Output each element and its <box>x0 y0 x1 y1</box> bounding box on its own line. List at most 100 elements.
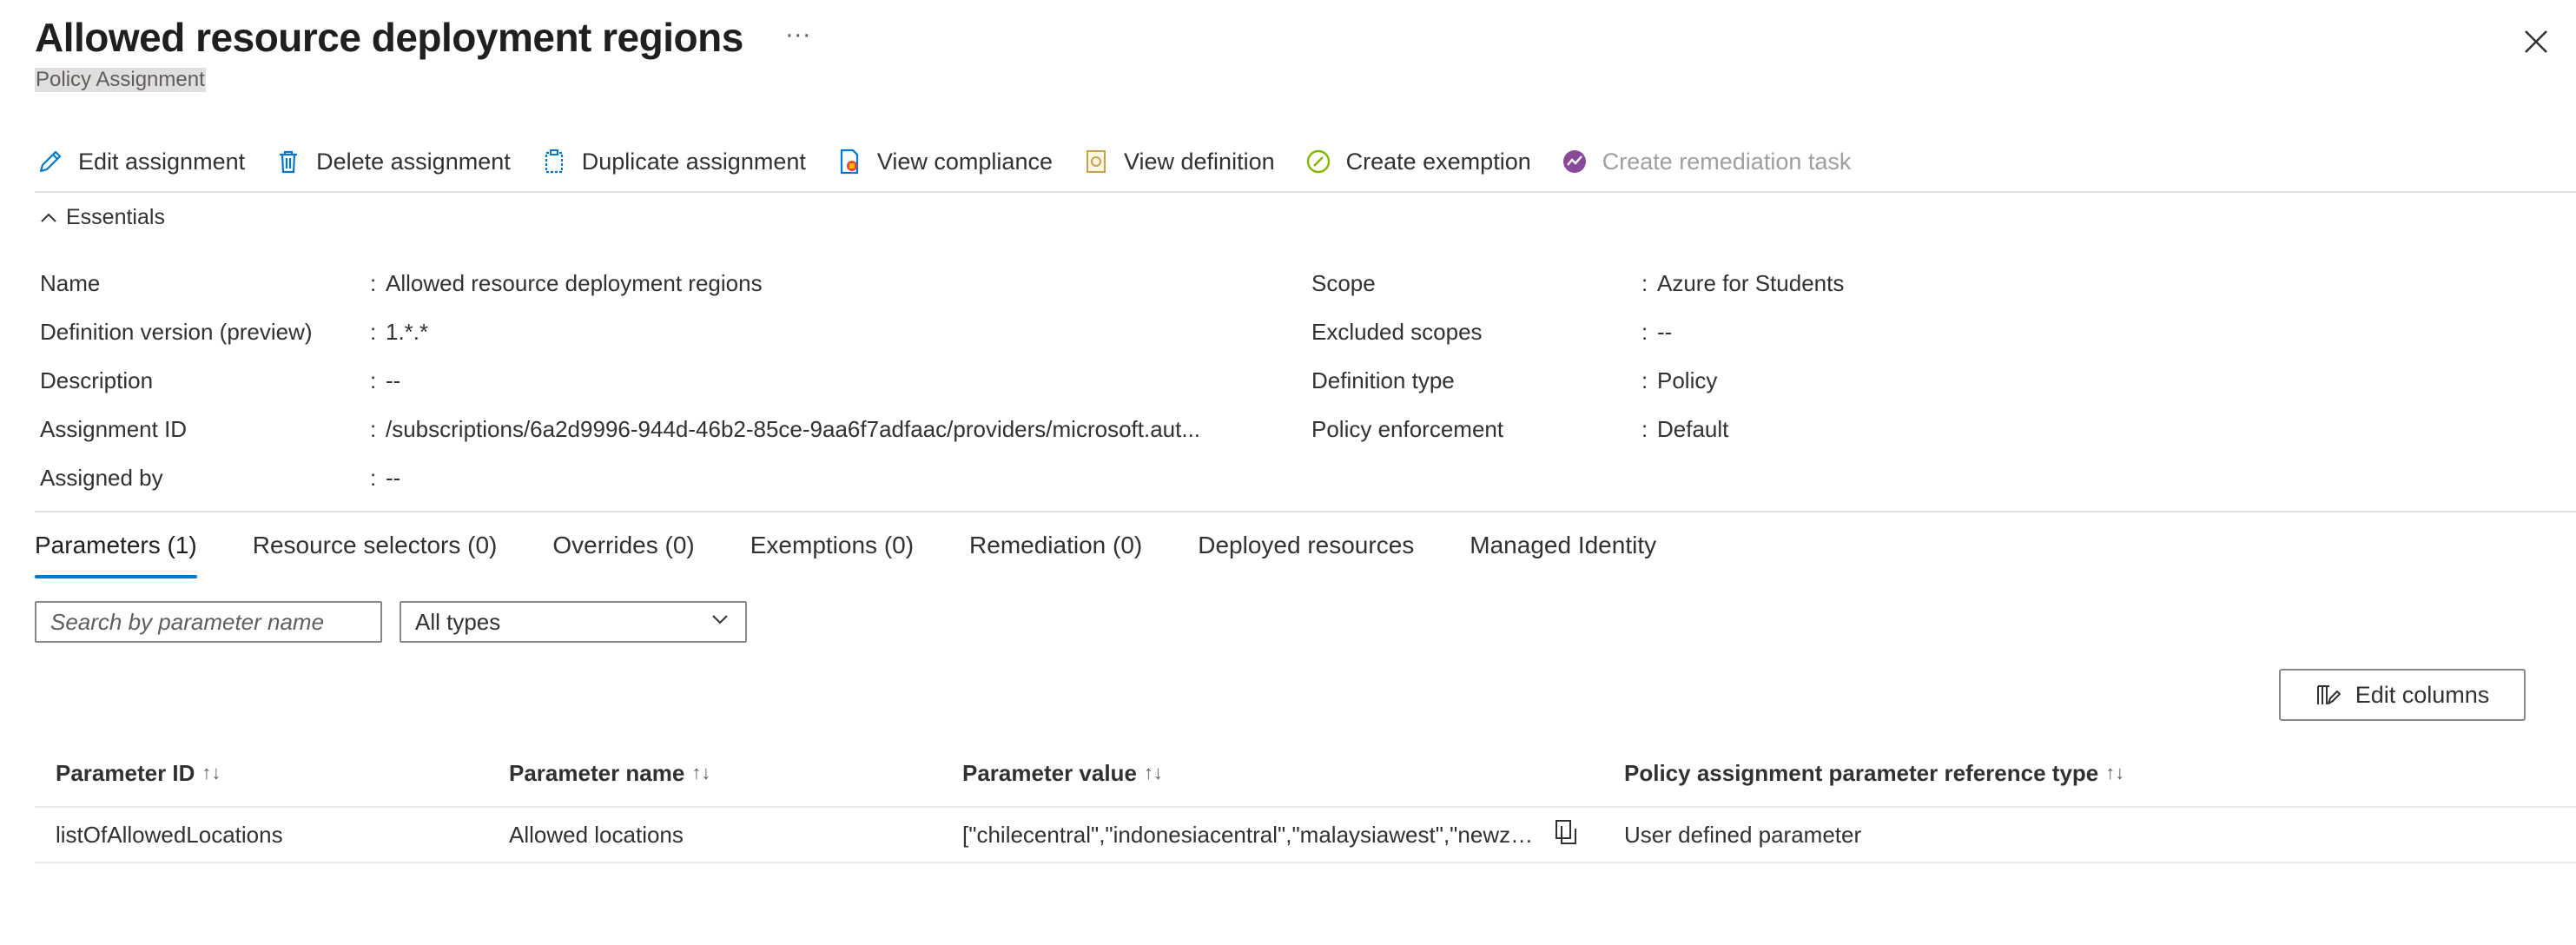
essentials-toggle[interactable]: Essentials <box>38 205 165 230</box>
essentials-row-definition-type: Definition type : Policy <box>1311 356 2527 405</box>
close-icon[interactable] <box>2520 26 2552 57</box>
table-header: Parameter ID ↑↓ Parameter name ↑↓ Parame… <box>35 740 2576 808</box>
parameters-table: Parameter ID ↑↓ Parameter name ↑↓ Parame… <box>35 740 2576 863</box>
view-compliance-label: View compliance <box>876 148 1053 175</box>
colon: : <box>1641 367 1648 393</box>
duplicate-icon <box>538 146 570 177</box>
essentials-label-name: Name <box>40 269 101 296</box>
essentials-value-scope: Azure for Students <box>1657 269 1845 296</box>
essentials-label-assignment-id: Assignment ID <box>40 415 188 442</box>
column-header-parameter-value[interactable]: Parameter value ↑↓ <box>941 760 1603 787</box>
essentials-value-definition-type: Policy <box>1657 367 1718 393</box>
colon: : <box>370 415 377 442</box>
tab-bar: Parameters (1) Resource selectors (0) Ov… <box>35 525 1712 578</box>
sort-icon: ↑↓ <box>691 762 711 783</box>
chevron-up-icon <box>38 208 59 228</box>
essentials-row-assigned-by: Assigned by : -- <box>40 453 1256 502</box>
essentials-label-definition-type: Definition type <box>1311 367 1455 393</box>
edit-columns-button[interactable]: Edit columns <box>2279 669 2526 721</box>
column-header-label: Parameter ID <box>56 759 195 786</box>
colon: : <box>370 464 377 491</box>
duplicate-assignment-button[interactable]: Duplicate assignment <box>538 146 806 177</box>
tab-managed-identity[interactable]: Managed Identity <box>1470 525 1656 578</box>
pencil-icon <box>35 146 66 177</box>
colon: : <box>1641 415 1648 442</box>
sort-icon: ↑↓ <box>1143 762 1163 783</box>
cell-parameter-id: listOfAllowedLocations <box>56 821 283 848</box>
essentials-label-scope: Scope <box>1311 269 1376 296</box>
essentials-label-description: Description <box>40 367 154 393</box>
policy-assignment-page: Allowed resource deployment regions ··· … <box>0 0 2576 945</box>
view-compliance-button[interactable]: View compliance <box>834 146 1053 177</box>
column-header-reference-type[interactable]: Policy assignment parameter reference ty… <box>1603 760 2576 787</box>
essentials-row-policy-enforcement: Policy enforcement : Default <box>1311 405 2527 453</box>
create-exemption-label: Create exemption <box>1345 148 1531 175</box>
duplicate-assignment-label: Duplicate assignment <box>581 148 806 175</box>
column-header-parameter-name[interactable]: Parameter name ↑↓ <box>488 760 941 787</box>
view-definition-label: View definition <box>1123 148 1275 175</box>
table-row[interactable]: listOfAllowedLocations Allowed locations… <box>35 808 2576 863</box>
colon: : <box>1641 318 1648 345</box>
cell-reference-type: User defined parameter <box>1624 821 1862 848</box>
tab-parameters[interactable]: Parameters (1) <box>35 525 197 578</box>
compliance-report-icon <box>834 146 865 177</box>
tab-deployed-resources[interactable]: Deployed resources <box>1198 525 1414 578</box>
essentials-left-column: Name : Allowed resource deployment regio… <box>40 259 1256 502</box>
essentials-right-column: Scope : Azure for Students Excluded scop… <box>1311 259 2527 453</box>
edit-assignment-button[interactable]: Edit assignment <box>35 146 245 177</box>
cell-parameter-name: Allowed locations <box>509 821 684 848</box>
parameter-value-text: ["chilecentral","indonesiacentral","mala… <box>962 821 1544 848</box>
essentials-value-definition-version: 1.*.* <box>386 318 429 345</box>
essentials-label-assigned-by: Assigned by <box>40 464 163 491</box>
essentials-value-policy-enforcement: Default <box>1657 415 1729 442</box>
essentials-value-name: Allowed resource deployment regions <box>386 269 763 296</box>
essentials-label-excluded-scopes: Excluded scopes <box>1311 318 1483 345</box>
cell-parameter-value: ["chilecentral","indonesiacentral","mala… <box>941 818 1603 852</box>
colon: : <box>1641 269 1648 296</box>
create-remediation-task-label: Create remediation task <box>1602 148 1852 175</box>
more-options-icon[interactable]: ··· <box>785 22 811 48</box>
toolbar-divider <box>35 191 2576 193</box>
type-filter-dropdown[interactable]: All types <box>400 601 747 643</box>
essentials-value-assigned-by: -- <box>386 464 401 491</box>
sort-icon: ↑↓ <box>201 762 221 783</box>
essentials-value-assignment-id: /subscriptions/6a2d9996-944d-46b2-85ce-9… <box>386 415 1201 442</box>
edit-columns-label: Edit columns <box>2355 681 2490 708</box>
page-title: Allowed resource deployment regions <box>35 15 743 60</box>
colon: : <box>370 367 377 393</box>
create-exemption-button[interactable]: Create exemption <box>1303 146 1531 177</box>
definition-document-icon <box>1080 146 1112 177</box>
page-subtitle: Policy Assignment <box>35 68 206 92</box>
copy-icon[interactable] <box>1553 818 1579 852</box>
delete-assignment-label: Delete assignment <box>316 148 511 175</box>
search-parameter-input[interactable] <box>35 601 382 643</box>
tab-resource-selectors[interactable]: Resource selectors (0) <box>253 525 498 578</box>
edit-columns-icon <box>2316 685 2341 704</box>
tab-overrides[interactable]: Overrides (0) <box>552 525 694 578</box>
column-header-label: Parameter value <box>962 759 1137 786</box>
tab-remediation[interactable]: Remediation (0) <box>969 525 1142 578</box>
edit-assignment-label: Edit assignment <box>78 148 246 175</box>
column-header-label: Parameter name <box>509 759 685 786</box>
chevron-down-icon <box>709 608 731 637</box>
colon: : <box>370 269 377 296</box>
essentials-value-excluded-scopes: -- <box>1657 318 1673 345</box>
command-bar: Edit assignment Delete assignment Duplic… <box>35 142 1879 181</box>
remediation-icon <box>1559 146 1590 177</box>
essentials-label: Essentials <box>66 205 165 229</box>
column-header-parameter-id[interactable]: Parameter ID ↑↓ <box>35 760 488 787</box>
essentials-row-definition-version: Definition version (preview) : 1.*.* <box>40 307 1256 356</box>
exemption-icon <box>1303 146 1334 177</box>
essentials-row-assignment-id: Assignment ID : /subscriptions/6a2d9996-… <box>40 405 1256 453</box>
sort-icon: ↑↓ <box>2105 762 2125 783</box>
create-remediation-task-button[interactable]: Create remediation task <box>1559 146 1852 177</box>
essentials-divider <box>35 511 2576 512</box>
trash-icon <box>273 146 304 177</box>
tab-exemptions[interactable]: Exemptions (0) <box>750 525 914 578</box>
delete-assignment-button[interactable]: Delete assignment <box>273 146 511 177</box>
essentials-row-description: Description : -- <box>40 356 1256 405</box>
essentials-row-excluded-scopes: Excluded scopes : -- <box>1311 307 2527 356</box>
title-row: Allowed resource deployment regions ··· <box>35 14 811 61</box>
column-header-label: Policy assignment parameter reference ty… <box>1624 759 2099 786</box>
view-definition-button[interactable]: View definition <box>1080 146 1275 177</box>
